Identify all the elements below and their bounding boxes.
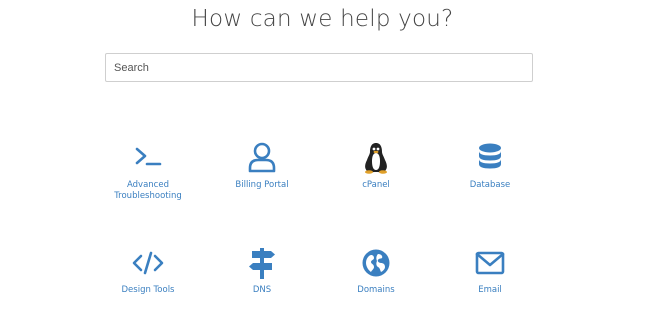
page-title: How can we help you?: [191, 6, 454, 32]
category-email[interactable]: Email: [435, 245, 545, 296]
code-icon: [132, 251, 164, 275]
category-label: Email: [478, 285, 502, 295]
category-billing-portal[interactable]: Billing Portal: [207, 140, 317, 191]
category-advanced-troubleshooting[interactable]: Advanced Troubleshooting: [93, 140, 203, 202]
linux-penguin-icon: [365, 143, 387, 174]
category-label: DNS: [252, 285, 272, 295]
search-input[interactable]: [105, 53, 533, 82]
help-page: How can we help you? Advanced Troublesho…: [0, 0, 645, 312]
category-label: Domains: [357, 285, 395, 295]
category-label: cPanel: [362, 180, 390, 190]
category-label: Billing Portal: [235, 180, 289, 190]
signpost-icon: [249, 248, 275, 279]
category-label: Database: [469, 180, 511, 190]
category-label: Advanced Troubleshooting: [114, 180, 182, 201]
globe-icon: [362, 249, 390, 277]
database-icon: [479, 143, 501, 169]
category-domains[interactable]: Domains: [321, 245, 431, 296]
terminal-icon: [135, 147, 162, 166]
user-icon: [248, 142, 276, 173]
category-design-tools[interactable]: Design Tools: [93, 245, 203, 296]
category-label: Design Tools: [121, 285, 175, 295]
category-dns[interactable]: DNS: [207, 245, 317, 296]
envelope-icon: [475, 251, 505, 275]
category-cpanel[interactable]: cPanel: [321, 140, 431, 191]
category-database[interactable]: Database: [435, 140, 545, 191]
